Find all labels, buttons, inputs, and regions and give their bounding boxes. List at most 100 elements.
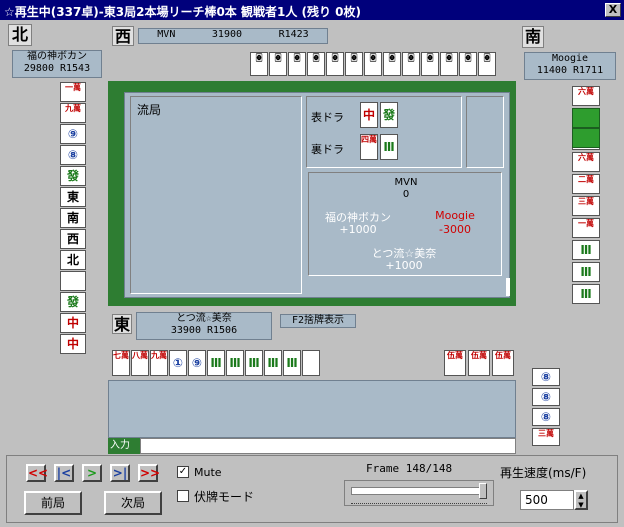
south-hand-tile: 二萬 — [572, 174, 600, 194]
forward-end-button[interactable]: >| — [110, 464, 130, 482]
result-title-box: 流局 — [130, 96, 302, 294]
east-score: 33900 R1506 — [170, 325, 238, 336]
omote-dora-tile: 中 — [360, 102, 378, 128]
rewind-start-button[interactable]: |< — [54, 464, 74, 482]
south-hand-tile: Ⅲ — [572, 240, 600, 260]
mute-label: Mute — [194, 466, 222, 479]
east-hand-tile: Ⅲ — [207, 350, 225, 376]
south-river-tile: ⑧ — [532, 388, 560, 406]
east-meld-tile: 伍萬 — [444, 350, 466, 376]
west-nameplate: MVN 31900 R1423 — [138, 28, 328, 44]
frame-label: Frame 148/148 — [366, 462, 453, 475]
west-hand-tile: 🀙 — [383, 52, 401, 76]
change-1-delta: +1000 — [339, 223, 377, 236]
east-hand-tile: Ⅲ — [245, 350, 263, 376]
west-hand-tile: 🀙 — [364, 52, 382, 76]
east-hand-tile: Ⅲ — [283, 350, 301, 376]
speed-input[interactable]: 500 — [520, 490, 574, 510]
east-wind-label: 東 — [112, 314, 132, 334]
north-hand-tile: ⑨ — [60, 124, 86, 144]
south-back-tile — [572, 128, 600, 148]
north-wind-label: 北 — [8, 24, 32, 46]
rewind-fast-button[interactable]: << — [26, 464, 48, 482]
south-back-tile — [572, 108, 600, 128]
north-hand-tile: ⑧ — [60, 145, 86, 165]
south-hand-tile: Ⅲ — [572, 262, 600, 282]
change-3-delta: +1000 — [385, 259, 423, 272]
frame-slider[interactable] — [344, 480, 494, 506]
north-hand-tile: 發 — [60, 292, 86, 312]
north-hand-tile — [60, 271, 86, 291]
east-hand-tile: 九萬 — [150, 350, 168, 376]
omote-dora-label: 表ドラ — [311, 111, 344, 124]
north-hand-tile: 一萬 — [60, 82, 86, 102]
east-nameplate: とつ流☆美奈 33900 R1506 — [136, 312, 272, 340]
north-hand-tile: 中 — [60, 313, 86, 333]
south-hand-tile: Ⅲ — [572, 284, 600, 304]
west-hand-tile: 🀙 — [250, 52, 268, 76]
score-change-box: MVN 0 福の神ボカン +1000 Moogie -3000 とつ流☆美奈 +… — [308, 172, 502, 276]
west-rating: R1423 — [278, 29, 309, 40]
north-hand-tile: 北 — [60, 250, 86, 270]
slider-track — [351, 487, 487, 495]
south-wind-label: 南 — [522, 26, 544, 48]
east-hand-tile: 八萬 — [131, 350, 149, 376]
west-hand-tile: 🀙 — [402, 52, 420, 76]
f2-discard-toggle[interactable]: F2捨牌表示 — [280, 314, 356, 328]
west-hand-tile: 🀙 — [307, 52, 325, 76]
side-box — [466, 96, 504, 168]
hide-checkbox[interactable] — [177, 490, 189, 502]
south-player-name: Moogie — [551, 53, 589, 64]
ura-dora-label: 裏ドラ — [311, 143, 344, 156]
north-nameplate: 福の神ボカン 29800 R1543 — [12, 50, 102, 78]
winner-points: 0 — [402, 189, 410, 200]
north-score: 29800 R1543 — [23, 63, 91, 74]
east-hand-tile — [302, 350, 320, 376]
window-title: ☆再生中(337卓)-東3局2本場リーチ棒0本 観戦者1人 (残り 0枚) — [0, 0, 624, 20]
play-button[interactable]: > — [82, 464, 102, 482]
input-label: 入力 — [108, 438, 140, 454]
result-title: 流局 — [137, 103, 162, 117]
ura-dora-tile: 四萬 — [360, 134, 378, 160]
west-hand-tile: 🀙 — [326, 52, 344, 76]
next-round-button[interactable]: 次局 — [104, 491, 162, 515]
close-button[interactable]: X — [605, 3, 621, 17]
south-hand-tile: 六萬 — [572, 152, 600, 172]
chat-input[interactable] — [140, 438, 516, 454]
north-hand-tile: 東 — [60, 187, 86, 207]
hide-mode-label: 伏牌モード — [194, 490, 255, 504]
north-player-name: 福の神ボカン — [27, 51, 87, 62]
west-score: 31900 — [211, 29, 243, 40]
speed-spinner[interactable]: ▲ ▼ — [574, 490, 588, 510]
east-hand-tile: Ⅲ — [264, 350, 282, 376]
prev-round-button[interactable]: 前局 — [24, 491, 82, 515]
north-hand-tile: 中 — [60, 334, 86, 354]
north-panel: 北 福の神ボカン 29800 R1543 — [6, 24, 102, 452]
east-hand-tile: ① — [169, 350, 187, 376]
speed-label: 再生速度(ms/F) — [500, 466, 587, 480]
slider-thumb[interactable] — [479, 483, 487, 499]
north-hand-tile: 西 — [60, 229, 86, 249]
west-player-name: MVN — [157, 29, 176, 40]
south-hand-tile: 一萬 — [572, 218, 600, 238]
west-wind-label: 西 — [112, 26, 134, 46]
south-nameplate: Moogie 11400 R1711 — [524, 52, 616, 80]
mute-checkbox[interactable]: ✓ — [177, 466, 189, 478]
east-meld-tile: 伍萬 — [492, 350, 514, 376]
result-edge — [506, 278, 510, 296]
change-2-name: Moogie — [435, 209, 475, 222]
south-score: 11400 R1711 — [536, 65, 604, 76]
east-hand-tile: 七萬 — [112, 350, 130, 376]
change-2-delta: -3000 — [439, 223, 471, 236]
forward-fast-button[interactable]: >> — [138, 464, 160, 482]
south-hand-tile: 六萬 — [572, 86, 600, 106]
south-river-tile: ⑧ — [532, 408, 560, 426]
west-hand-tile: 🀙 — [421, 52, 439, 76]
omote-dora-tile: 發 — [380, 102, 398, 128]
south-river-tile: 三萬 — [532, 428, 560, 446]
chat-log — [108, 380, 516, 438]
west-hand-tile: 🀙 — [478, 52, 496, 76]
north-hand-tile: 發 — [60, 166, 86, 186]
slider-ticks — [351, 501, 487, 504]
east-hand-tile: Ⅲ — [226, 350, 244, 376]
